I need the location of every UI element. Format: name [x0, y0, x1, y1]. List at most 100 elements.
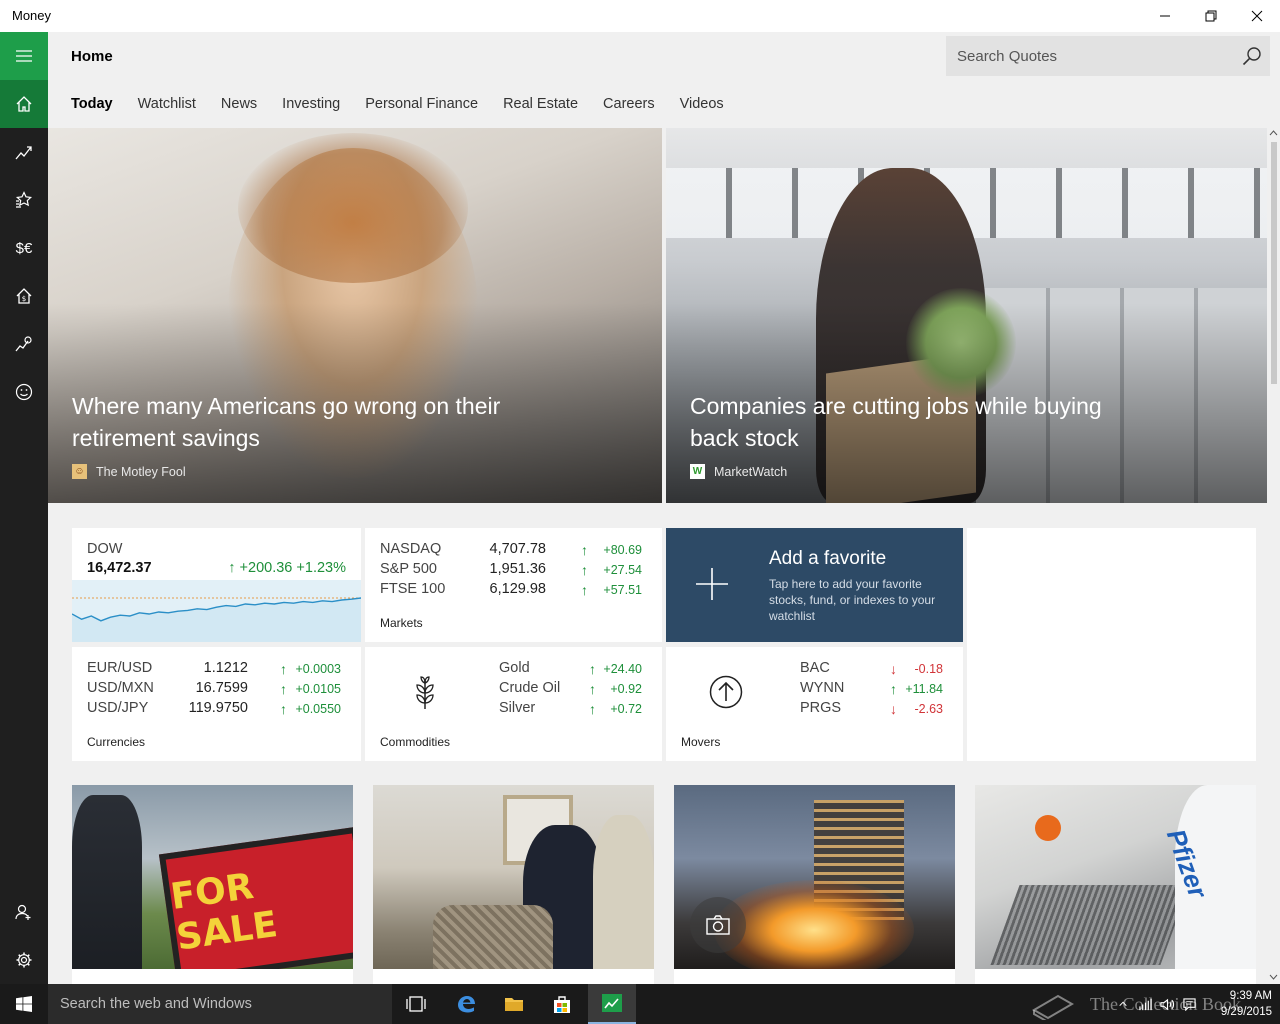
thumb-image-keyboard [990, 885, 1190, 965]
edge-browser-button[interactable] [442, 984, 490, 1024]
camera-button[interactable] [690, 897, 746, 953]
commodities-caption: Commodities [380, 735, 451, 749]
add-favorite-tile[interactable]: Add a favorite Tap here to add your favo… [666, 528, 963, 642]
search-quotes-input[interactable] [946, 36, 1236, 76]
hero-source: W MarketWatch [690, 464, 787, 479]
hero-headline: Where many Americans go wrong on their r… [72, 393, 501, 451]
tab-today[interactable]: Today [71, 96, 113, 112]
tab-news[interactable]: News [221, 96, 257, 112]
quote-change: -0.18 [914, 662, 944, 676]
quote-change: +0.0003 [295, 662, 341, 676]
hero-headline: Companies are cutting jobs while buying … [690, 393, 1102, 451]
vertical-scrollbar[interactable] [1267, 128, 1280, 984]
quote-change: +24.40 [603, 662, 642, 676]
hero-source: ☺ The Motley Fool [72, 464, 186, 479]
tray-chevron-up-icon[interactable] [1112, 995, 1134, 1013]
quote-change: +0.92 [610, 682, 642, 696]
header: Home Today Watchlist News Investing Pers… [48, 32, 1280, 128]
edge-icon [458, 996, 475, 1013]
thumb-article-pfizer[interactable]: Pfizer [975, 785, 1256, 984]
wheat-icon [416, 676, 434, 709]
scrollbar-thumb[interactable] [1271, 142, 1277, 384]
quote-name: Silver [499, 700, 536, 716]
thumb-image-lab: Pfizer [975, 785, 1256, 969]
currencies-tile[interactable]: EUR/USD 1.1212 ↑ +0.0003 USD/MXN 16.7599 ↑ +0.0… [72, 647, 361, 761]
thumb-article-meeting[interactable] [373, 785, 654, 984]
quote-change: -2.63 [914, 702, 944, 716]
home-icon [16, 96, 32, 112]
tray-volume-icon[interactable] [1156, 995, 1178, 1013]
add-favorite-title: Add a favorite [769, 548, 887, 569]
thumb-image-orange-ball [1035, 815, 1061, 841]
tray-action-center-icon[interactable] [1178, 995, 1200, 1013]
hero-article-jobs[interactable]: Companies are cutting jobs while buying … [666, 128, 1267, 503]
title-bar: Money [0, 0, 1280, 32]
quote-name: Crude Oil [499, 680, 561, 696]
tab-investing[interactable]: Investing [282, 96, 340, 112]
taskbar-search-input[interactable] [48, 984, 392, 1024]
nav-watchlist-button[interactable] [0, 176, 48, 224]
scroll-up-icon[interactable] [1267, 128, 1280, 138]
folder-icon [505, 998, 523, 1011]
calculator-chart-icon [15, 336, 32, 352]
hero-article-retirement[interactable]: Where many Americans go wrong on their r… [48, 128, 662, 503]
file-explorer-button[interactable] [490, 984, 538, 1024]
start-button[interactable] [0, 984, 48, 1024]
clock[interactable]: 9:39 AM 9/29/2015 [1221, 988, 1272, 1020]
restore-button[interactable] [1188, 0, 1234, 32]
hamburger-menu-button[interactable] [0, 32, 48, 80]
quote-value: 119.9750 [188, 700, 248, 716]
quote-change: +0.0550 [295, 702, 341, 716]
nav-feedback-button[interactable] [0, 368, 48, 416]
nav-mortgage-button[interactable]: $ [0, 272, 48, 320]
scroll-down-icon[interactable] [1267, 972, 1280, 982]
thumb-image-person-light [593, 815, 654, 969]
thumb-image-chair [433, 905, 553, 969]
left-navigation: $€ $ [0, 32, 48, 984]
tab-real-estate[interactable]: Real Estate [503, 96, 578, 112]
money-app-button[interactable] [588, 984, 636, 1024]
tab-careers[interactable]: Careers [603, 96, 655, 112]
dow-tile[interactable]: DOW 16,472.37 ↑ +200.36 +1.23% [72, 528, 361, 642]
hero-image-hair [238, 133, 468, 283]
camera-icon [706, 915, 730, 935]
tab-videos[interactable]: Videos [680, 96, 724, 112]
close-button[interactable] [1234, 0, 1280, 32]
money-app-icon [602, 994, 622, 1012]
tab-watchlist[interactable]: Watchlist [138, 96, 196, 112]
dow-value: 16,472.37 [87, 560, 152, 576]
nav-account-button[interactable] [0, 888, 48, 936]
search-box [946, 36, 1270, 76]
tray-network-icon[interactable] [1134, 995, 1156, 1013]
quote-name: NASDAQ [380, 541, 442, 557]
nav-calculators-button[interactable] [0, 320, 48, 368]
nav-home-button[interactable] [0, 80, 48, 128]
task-view-button[interactable] [392, 984, 440, 1024]
dow-change-value: +200.36 [239, 560, 293, 576]
system-tray-icons [1112, 995, 1200, 1013]
tab-personal-finance[interactable]: Personal Finance [365, 96, 478, 112]
store-icon [554, 996, 570, 1013]
task-view-icon [406, 996, 426, 1012]
movers-tile[interactable]: BAC ↓ -0.18 WYNN ↑ +11.84 PRGS ↓ -2.63 Movers [666, 647, 963, 761]
nav-markets-button[interactable] [0, 128, 48, 176]
markets-tile[interactable]: NASDAQ 4,707.78 ↑ +80.69 S&P 500 1,951.36 ↑ +27… [365, 528, 662, 642]
add-user-icon [15, 904, 31, 920]
nav-currencies-button[interactable]: $€ [0, 224, 48, 272]
hero-source-name: The Motley Fool [96, 464, 186, 479]
window-title: Money [12, 8, 52, 23]
thumb-article-home-sale[interactable]: FOR SALE [72, 785, 353, 984]
commodities-tile[interactable]: Gold ↑ +24.40 Crude Oil ↑ +0.92 Silver ↑ +0.72 C… [365, 647, 662, 761]
store-button[interactable] [538, 984, 586, 1024]
dow-change: ↑ +200.36 +1.23% [222, 560, 346, 576]
thumb-article-construction[interactable] [674, 785, 955, 984]
quote-value: 4,707.78 [489, 541, 546, 557]
nav-settings-button[interactable] [0, 936, 48, 984]
minimize-button[interactable] [1142, 0, 1188, 32]
windows-logo-icon [16, 996, 32, 1012]
restore-icon [1205, 10, 1217, 22]
dow-label: DOW [87, 541, 123, 557]
quote-change: +80.69 [603, 543, 642, 557]
search-icon[interactable] [1242, 46, 1262, 66]
motley-fool-logo-icon: ☺ [72, 464, 87, 479]
